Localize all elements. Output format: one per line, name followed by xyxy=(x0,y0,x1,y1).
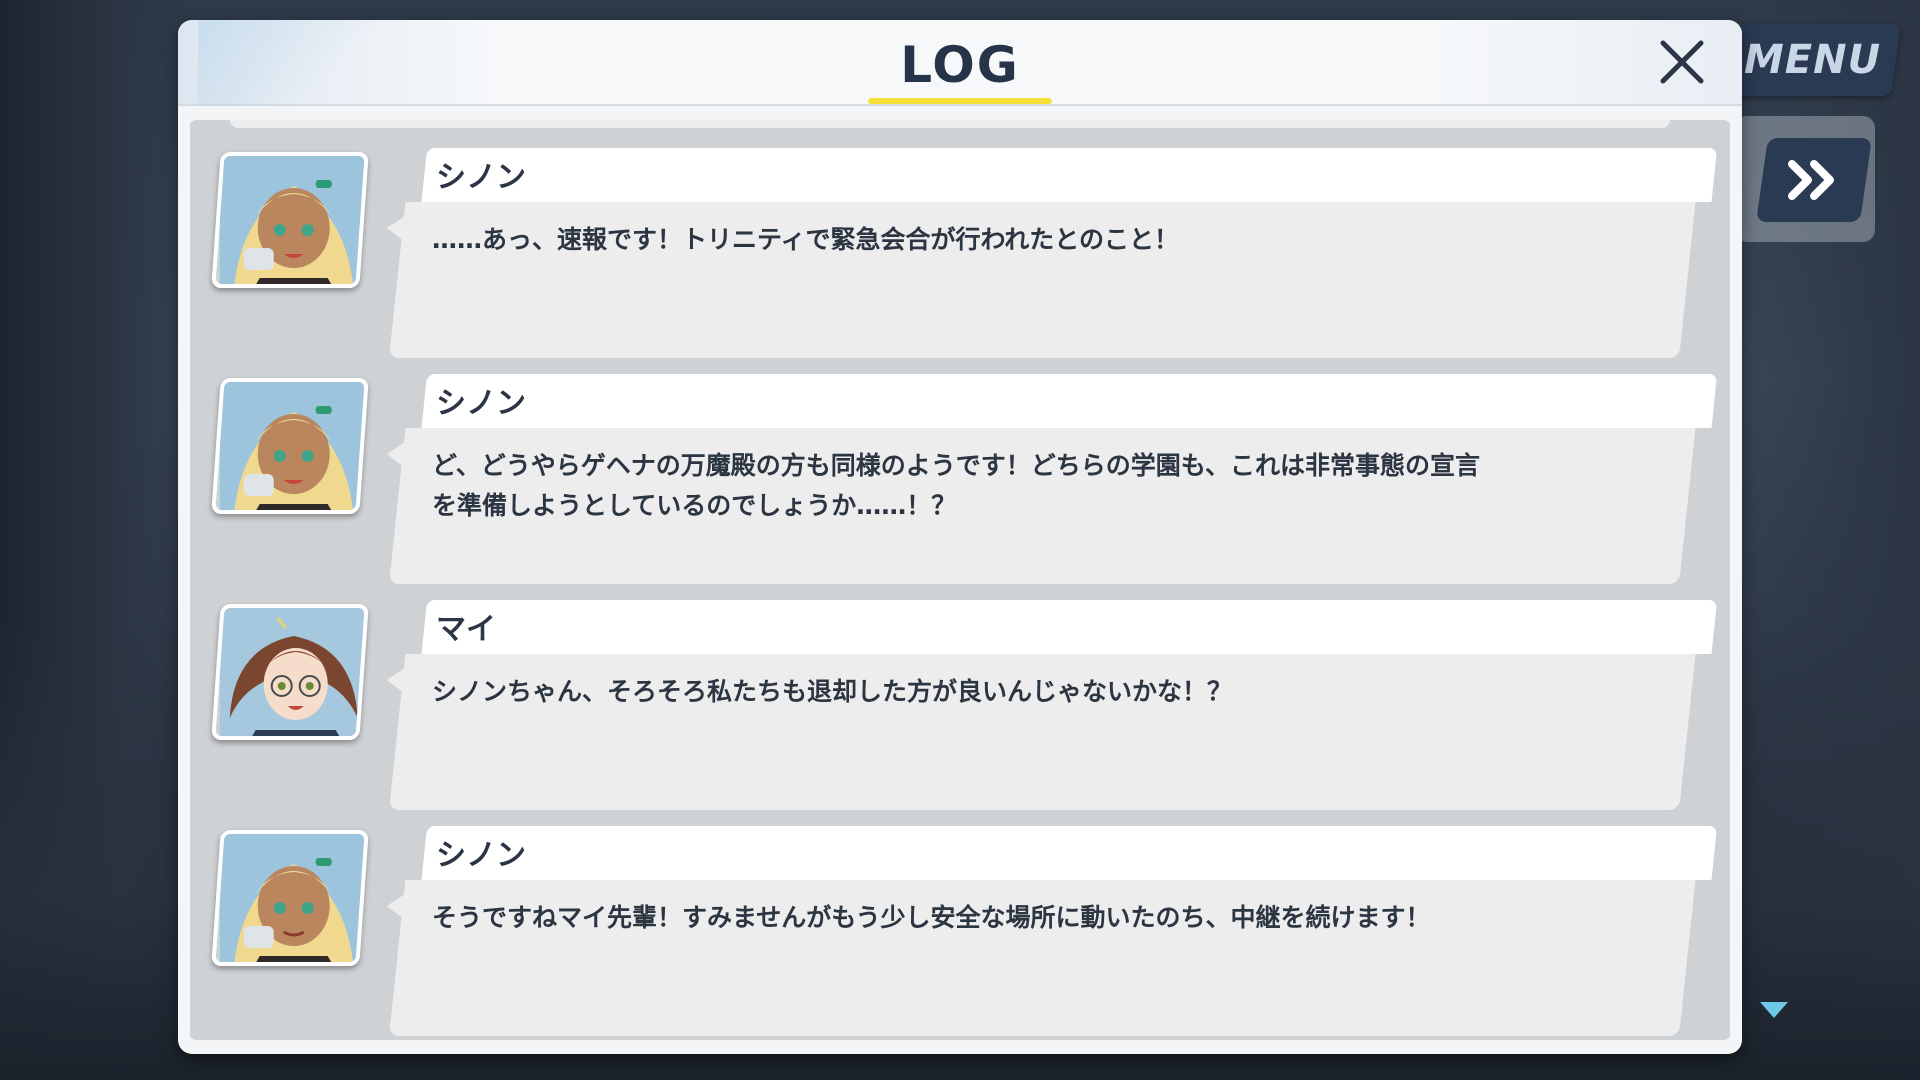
dialogue-text: シノンちゃん、そろそろ私たちも退却した方が良いんじゃないかな！？ xyxy=(432,677,1233,706)
speaker-bar xyxy=(421,826,1718,880)
log-entry: シノン ……あっ、速報です！トリニティで緊急会合が行われたとのこと！ xyxy=(190,148,1730,360)
close-icon xyxy=(1660,40,1704,84)
bubble-tail xyxy=(385,892,409,920)
dialogue-text: ……あっ、速報です！トリニティで緊急会合が行われたとのこと！ xyxy=(432,225,1180,254)
dialogue-text: そうですねマイ先輩！すみませんがもう少し安全な場所に動いたのち、中継を続けます！ xyxy=(432,903,1431,932)
shinon-portrait xyxy=(211,378,369,514)
fast-forward-button[interactable] xyxy=(1756,138,1872,222)
log-panel: LOG シノン ……あっ、速報です！トリニティで緊急会合が行われたとのこと！ シ… xyxy=(178,20,1742,1054)
double-chevron-right-icon xyxy=(1788,160,1834,200)
title-underline xyxy=(868,98,1052,104)
speaker-name: マイ xyxy=(436,612,496,647)
log-entry: シノン ど、どうやらゲヘナの万魔殿の方も同様のようです！どちらの学園も、これは非… xyxy=(190,374,1730,586)
log-entry: マイ シノンちゃん、そろそろ私たちも退却した方が良いんじゃないかな！？ xyxy=(190,600,1730,812)
shinon-portrait xyxy=(211,152,369,288)
speaker-name: シノン xyxy=(436,838,526,873)
speaker-bar xyxy=(421,148,1718,202)
speaker-bar xyxy=(421,374,1718,428)
bubble-tail xyxy=(385,440,409,468)
log-scroll-area[interactable]: シノン ……あっ、速報です！トリニティで緊急会合が行われたとのこと！ シノン ど… xyxy=(190,120,1730,1040)
previous-entry-edge xyxy=(230,120,1670,128)
close-button[interactable] xyxy=(1654,34,1710,90)
speaker-name: シノン xyxy=(436,160,526,195)
menu-button[interactable]: MENU xyxy=(1724,24,1902,96)
dialogue-text: ど、どうやらゲヘナの万魔殿の方も同様のようです！どちらの学園も、これは非常事態の… xyxy=(432,451,1481,520)
shinon-portrait xyxy=(211,830,369,966)
log-entry: シノン そうですねマイ先輩！すみませんがもう少し安全な場所に動いたのち、中継を続… xyxy=(190,826,1730,1038)
mai-portrait xyxy=(211,604,369,740)
scroll-down-arrow-icon[interactable] xyxy=(1760,1002,1788,1018)
speaker-bar xyxy=(421,600,1718,654)
menu-button-label: MENU xyxy=(1744,37,1882,83)
bubble-tail xyxy=(385,666,409,694)
log-panel-header: LOG xyxy=(178,20,1742,106)
log-title: LOG xyxy=(900,36,1020,94)
speaker-name: シノン xyxy=(436,386,526,421)
bubble-tail xyxy=(385,214,409,242)
